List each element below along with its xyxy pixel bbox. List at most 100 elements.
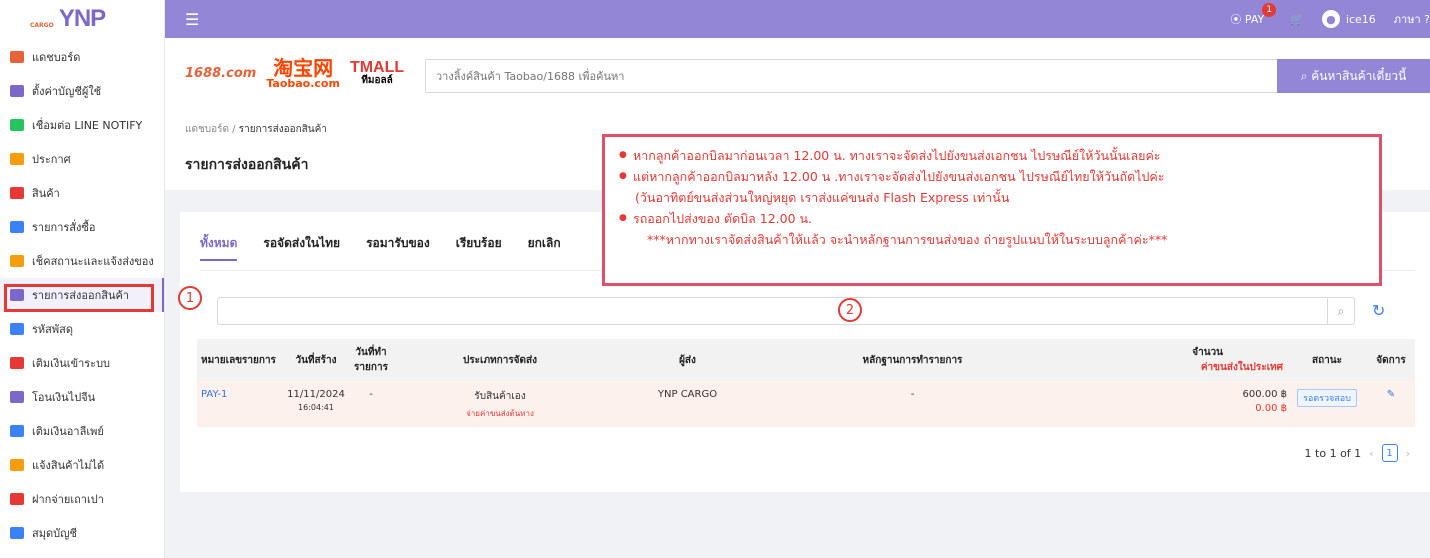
filter-search-icon[interactable]: ⌕ bbox=[1327, 297, 1355, 325]
user-menu[interactable]: ● ice16 bbox=[1321, 10, 1376, 28]
page-number[interactable]: 1 bbox=[1381, 444, 1398, 462]
top-bar-right: ⦿ PAY 1 🛒 ● ice16 ภาษา ? bbox=[1230, 3, 1430, 28]
sidebar-item[interactable]: ตั้งค่าบัญชีผู้ใช้ bbox=[0, 74, 164, 108]
sidebar-item-label: ฝากจ่ายเถาเปา bbox=[32, 493, 104, 506]
pagination: 1 to 1 of 1 ‹ 1 › bbox=[1305, 444, 1410, 462]
col-manage: จัดการ bbox=[1367, 339, 1415, 381]
sidebar-item-label: เติมเงินอาลีเพย์ bbox=[32, 425, 104, 438]
tab-completed[interactable]: เรียบร้อย bbox=[456, 234, 502, 261]
filter-search-input[interactable] bbox=[217, 297, 1327, 325]
sidebar-item[interactable]: เช็คสถานะและแจ้งส่งของ bbox=[0, 244, 164, 278]
sidebar-item[interactable]: รหัสพัสดุ bbox=[0, 312, 164, 346]
logo-taobao: 淘宝网 Taobao.com bbox=[266, 58, 340, 89]
col-type: ประเภทการจัดส่ง bbox=[395, 339, 605, 381]
menu-toggle-icon[interactable]: ☰ bbox=[185, 10, 199, 29]
status-tabs: ทั้งหมด รอจัดส่งในไทย รอมารับของ เรียบร้… bbox=[200, 234, 561, 261]
taobao-en: Taobao.com bbox=[266, 76, 340, 90]
pay-icon: ⦿ bbox=[1230, 13, 1245, 26]
tab-awaiting-thai-delivery[interactable]: รอจัดส่งในไทย bbox=[263, 234, 340, 261]
next-page-icon[interactable]: › bbox=[1406, 447, 1410, 460]
sidebar-item-icon bbox=[10, 527, 24, 539]
username: ice16 bbox=[1345, 12, 1376, 26]
search-icon: ⌕ bbox=[1300, 68, 1312, 83]
col-amount-label: จำนวน bbox=[1192, 347, 1223, 358]
status-badge: รอตรวจสอบ bbox=[1297, 389, 1357, 407]
page-title: รายการส่งออกสินค้า bbox=[185, 157, 309, 173]
col-sender: ผู้ส่ง bbox=[605, 339, 770, 381]
sidebar-item[interactable]: แจ้งสินค้าไม่ได้ bbox=[0, 448, 164, 482]
sidebar-item[interactable]: เชื่อมต่อ LINE NOTIFY bbox=[0, 108, 164, 142]
pay-button[interactable]: ⦿ PAY 1 bbox=[1230, 3, 1277, 27]
notice-line: หากลูกค้าออกบิลมาก่อนเวลา 12.00 น. ทางเร… bbox=[619, 145, 1365, 166]
breadcrumb-root[interactable]: แดชบอร์ด bbox=[185, 124, 229, 135]
notice-line: (วันอาทิตย์ขนส่งส่วนใหญ่หยุด เราส่งแค่ขน… bbox=[635, 190, 1010, 205]
sidebar-item-label: เชื่อมต่อ LINE NOTIFY bbox=[32, 119, 143, 132]
sidebar-item[interactable]: เติมเงินอาลีเพย์ bbox=[0, 414, 164, 448]
tab-cancelled[interactable]: ยกเลิก bbox=[528, 234, 561, 261]
col-done: วันที่ทำรายการ bbox=[347, 339, 395, 381]
sidebar-item[interactable]: โอนเงินไปจีน bbox=[0, 380, 164, 414]
sidebar-item-icon bbox=[10, 459, 24, 471]
sidebar-item-label: โอนเงินไปจีน bbox=[32, 391, 96, 404]
sidebar-item-icon bbox=[10, 391, 24, 403]
logo-text: YNP bbox=[58, 5, 106, 32]
sidebar-item-icon bbox=[10, 425, 24, 437]
sidebar-item-label: ตั้งค่าบัญชีผู้ใช้ bbox=[32, 85, 102, 98]
sidebar-item[interactable]: เติมเงินเข้าระบบ bbox=[0, 346, 164, 380]
row-status: รอตรวจสอบ bbox=[1287, 381, 1367, 427]
notice-line: รถออกไปส่งของ ตัดบิล 12.00 น. bbox=[619, 208, 1365, 229]
breadcrumb-separator: / bbox=[232, 124, 236, 135]
row-created: 11/11/2024 16:04:41 bbox=[285, 381, 347, 427]
row-amount: 600.00 ฿ 0.00 ฿ bbox=[1055, 381, 1287, 427]
sidebar-item-label: รายการสั่งซื้อ bbox=[32, 221, 96, 234]
cart-icon[interactable]: 🛒 bbox=[1290, 13, 1304, 26]
col-status: สถานะ bbox=[1287, 339, 1367, 381]
sidebar-item-icon bbox=[10, 255, 24, 267]
refresh-icon[interactable]: ↻ bbox=[1372, 301, 1385, 320]
row-type: รับสินค้าเอง จ่ายค่าขนส่งต้นทาง bbox=[395, 381, 605, 427]
sidebar: YNP CARGO แดชบอร์ดตั้งค่าบัญชีผู้ใช้เชื่… bbox=[0, 0, 165, 558]
sidebar-item[interactable]: รายการสั่งซื้อ bbox=[0, 210, 164, 244]
sidebar-item[interactable]: ประกาศ bbox=[0, 142, 164, 176]
row-evidence: - bbox=[770, 381, 1055, 427]
top-bar: ☰ ⦿ PAY 1 🛒 ● ice16 ภาษา ? bbox=[165, 0, 1430, 38]
sidebar-item-icon bbox=[10, 221, 24, 233]
col-created: วันที่สร้าง bbox=[285, 339, 347, 381]
breadcrumb: แดชบอร์ด / รายการส่งออกสินค้า bbox=[185, 122, 327, 137]
language-selector[interactable]: ภาษา ? bbox=[1394, 10, 1430, 28]
marketplace-logos: 1688.com 淘宝网 Taobao.com TMALL ทีมอลล์ bbox=[185, 58, 404, 89]
shipping-notice-box: หากลูกค้าออกบิลมาก่อนเวลา 12.00 น. ทางเร… bbox=[602, 134, 1382, 286]
edit-icon[interactable]: ✎ bbox=[1367, 381, 1415, 427]
tab-all[interactable]: ทั้งหมด bbox=[200, 234, 238, 261]
sidebar-item[interactable]: แดชบอร์ด bbox=[0, 40, 164, 74]
tmall-sub: ทีมอลล์ bbox=[361, 75, 393, 86]
logo[interactable]: YNP CARGO bbox=[0, 0, 164, 38]
highlight-box bbox=[4, 284, 154, 312]
search-product-button[interactable]: ⌕ ค้นหาสินค้าเดี๋ยวนี้ bbox=[1277, 59, 1430, 93]
pay-badge: 1 bbox=[1262, 3, 1277, 17]
annotation-marker-2: 2 bbox=[838, 298, 862, 322]
sidebar-item-label: รหัสพัสดุ bbox=[32, 323, 73, 336]
sidebar-item[interactable]: ฝากจ่ายเถาเปา bbox=[0, 482, 164, 516]
row-type-main: รับสินค้าเอง bbox=[474, 391, 526, 402]
col-amount-sublabel: ค่าขนส่งในประเทศ bbox=[1200, 362, 1283, 373]
row-id-link[interactable]: PAY-1 bbox=[201, 389, 227, 400]
row-amount-main: 600.00 ฿ bbox=[1242, 389, 1287, 400]
table-header-row: หมายเลขรายการ วันที่สร้าง วันที่ทำรายการ… bbox=[197, 339, 1415, 381]
tmall-text: TMALL bbox=[349, 59, 405, 76]
sidebar-item-label: ประกาศ bbox=[32, 153, 71, 166]
logo-subtext: CARGO bbox=[30, 22, 54, 29]
prev-page-icon[interactable]: ‹ bbox=[1369, 447, 1373, 460]
table-row: PAY-1 11/11/2024 16:04:41 - รับสินค้าเอง… bbox=[197, 381, 1415, 427]
sidebar-item[interactable]: สินค้า bbox=[0, 176, 164, 210]
breadcrumb-current: รายการส่งออกสินค้า bbox=[238, 124, 327, 135]
product-url-input[interactable] bbox=[425, 59, 1278, 93]
pagination-summary: 1 to 1 of 1 bbox=[1304, 446, 1362, 460]
tab-awaiting-pickup[interactable]: รอมารับของ bbox=[366, 234, 430, 261]
sidebar-item-icon bbox=[10, 357, 24, 369]
pay-label: PAY bbox=[1244, 13, 1265, 26]
row-date: 11/11/2024 bbox=[287, 389, 345, 400]
logo-tmall: TMALL ทีมอลล์ bbox=[350, 60, 404, 86]
search-button-label: ค้นหาสินค้าเดี๋ยวนี้ bbox=[1311, 68, 1407, 83]
sidebar-item[interactable]: สมุดบัญชี bbox=[0, 516, 164, 550]
